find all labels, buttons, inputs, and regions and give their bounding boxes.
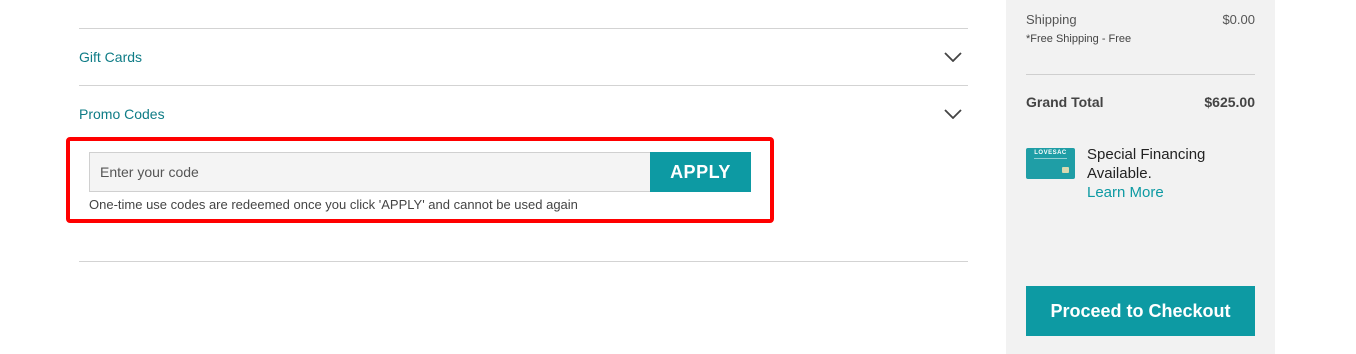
lovesac-card-image: LOVESAC [1026, 148, 1075, 179]
apply-button[interactable]: APPLY [650, 152, 751, 192]
chevron-down-icon[interactable] [944, 52, 962, 62]
shipping-note: *Free Shipping - Free [1026, 33, 1132, 45]
promo-code-input[interactable] [89, 152, 650, 192]
promo-codes-label: Promo Codes [79, 106, 165, 122]
proceed-to-checkout-button[interactable]: Proceed to Checkout [1026, 286, 1255, 336]
summary-divider [1026, 74, 1255, 75]
financing-text: Special Financing Available. [1087, 146, 1206, 182]
gift-cards-accordion[interactable]: Gift Cards [79, 29, 968, 85]
grand-total-row: Grand Total $625.00 [1026, 94, 1255, 110]
promo-note: One-time use codes are redeemed once you… [89, 197, 578, 212]
financing-block: Special Financing Available. Learn More [1087, 145, 1247, 202]
grand-total-value: $625.00 [1204, 94, 1255, 110]
learn-more-link[interactable]: Learn More [1087, 183, 1247, 202]
card-stripe [1034, 158, 1067, 159]
shipping-value: $0.00 [1222, 12, 1255, 27]
chevron-down-icon[interactable] [944, 109, 962, 119]
card-brand-text: LOVESAC [1034, 150, 1067, 156]
promo-codes-accordion[interactable]: Promo Codes [79, 86, 968, 142]
shipping-label: Shipping [1026, 12, 1077, 27]
shipping-row: Shipping $0.00 [1026, 12, 1255, 27]
grand-total-label: Grand Total [1026, 94, 1104, 110]
gift-cards-label: Gift Cards [79, 49, 143, 65]
order-summary: Shipping $0.00 *Free Shipping - Free Gra… [1006, 0, 1275, 354]
card-chip-icon [1062, 167, 1069, 173]
divider [79, 261, 968, 262]
